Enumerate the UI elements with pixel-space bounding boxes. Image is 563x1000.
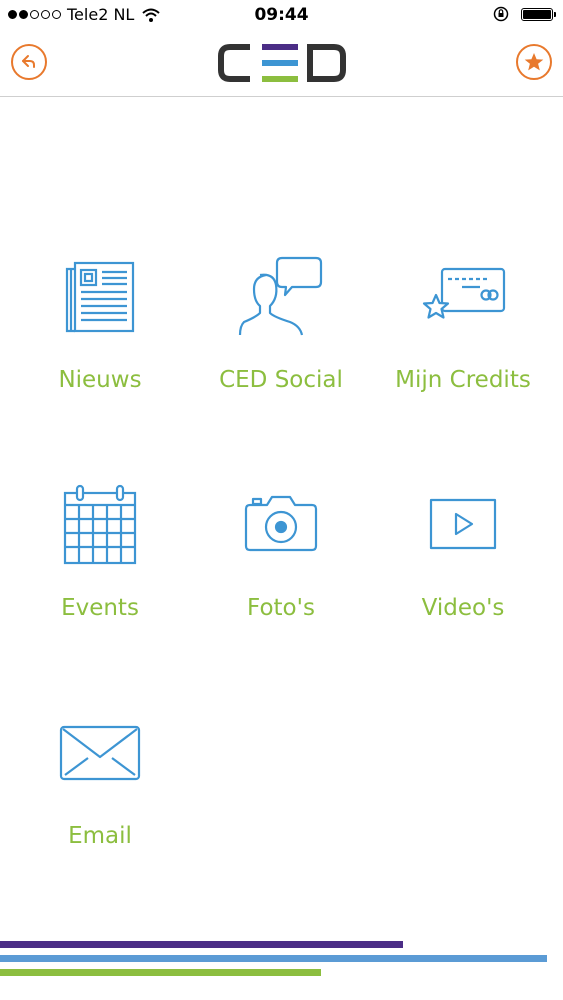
menu-item-mijn-credits[interactable]: Mijn Credits (373, 255, 553, 393)
menu-label: Video's (421, 595, 505, 621)
menu-label: Foto's (247, 595, 315, 621)
newspaper-icon (65, 261, 135, 333)
menu-label: Email (68, 823, 132, 849)
social-chat-icon (238, 256, 323, 336)
brand-stripe-green (0, 969, 321, 976)
credit-card-star-icon (422, 267, 506, 319)
menu-item-ced-social[interactable]: CED Social (191, 255, 371, 393)
menu-item-videos[interactable]: Video's (373, 483, 553, 621)
menu-label: Events (61, 595, 139, 621)
menu-label: CED Social (219, 367, 343, 393)
calendar-icon (63, 484, 137, 565)
orientation-lock-icon (493, 6, 509, 22)
brand-stripe-blue (0, 955, 547, 962)
menu-item-fotos[interactable]: Foto's (191, 483, 371, 621)
video-play-icon (429, 498, 497, 550)
battery-icon (521, 7, 556, 21)
camera-icon (244, 495, 318, 552)
ced-logo (218, 44, 346, 82)
menu-label: Mijn Credits (395, 367, 531, 393)
menu-item-email[interactable]: Email (10, 711, 190, 849)
back-arrow-icon (22, 55, 35, 68)
status-right (493, 6, 556, 22)
nav-bar (0, 30, 563, 97)
star-icon (524, 53, 544, 71)
status-time: 09:44 (254, 5, 309, 25)
menu-item-events[interactable]: Events (10, 483, 190, 621)
favorite-button[interactable] (516, 44, 552, 80)
brand-stripe-purple (0, 941, 403, 948)
envelope-icon (59, 725, 141, 781)
menu-item-nieuws[interactable]: Nieuws (10, 255, 190, 393)
status-bar: Tele2 NL 09:44 (0, 0, 563, 30)
menu-label: Nieuws (58, 367, 142, 393)
back-button[interactable] (11, 44, 47, 80)
